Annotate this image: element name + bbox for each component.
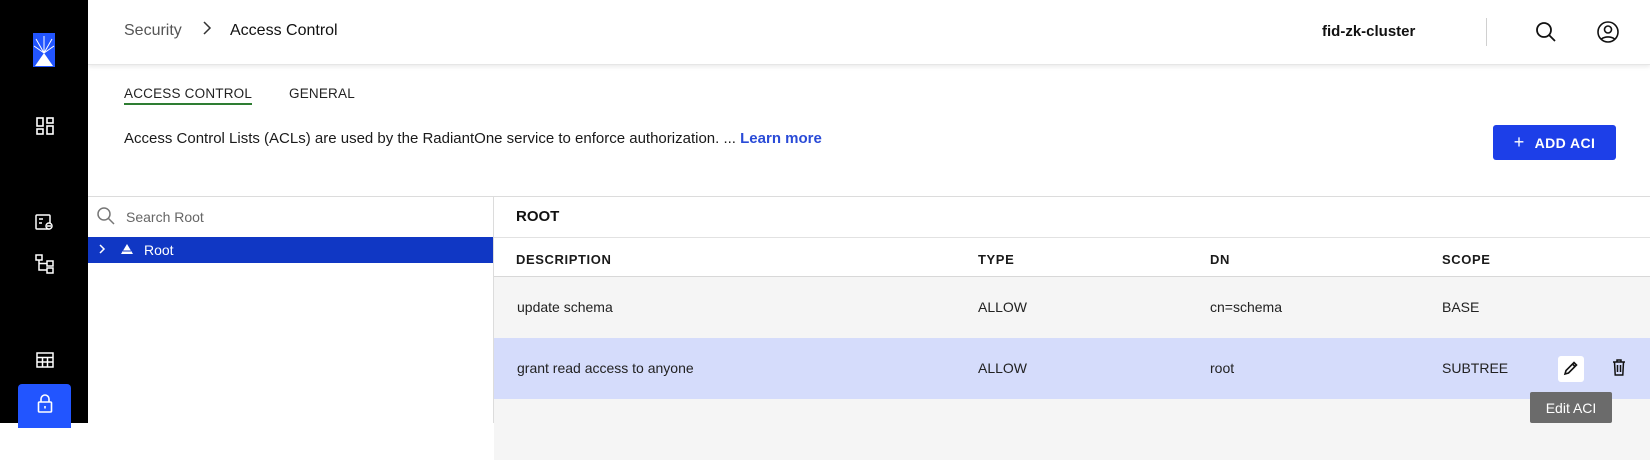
description-text: Access Control Lists (ACLs) are used by … <box>124 130 822 147</box>
table-row[interactable] <box>494 399 1650 460</box>
cell-description: update schema <box>517 299 613 315</box>
sidebar-item-directory[interactable] <box>18 205 71 245</box>
sidebar-item-table[interactable] <box>18 342 71 382</box>
table-row[interactable]: update schema ALLOW cn=schema BASE <box>494 277 1650 338</box>
tab-general[interactable]: GENERAL <box>289 86 355 101</box>
search-root-input[interactable] <box>124 205 428 229</box>
table-grid-icon <box>35 351 54 373</box>
cell-description: grant read access to anyone <box>517 360 694 376</box>
lock-icon <box>37 393 53 419</box>
tree-search <box>88 197 493 238</box>
radiantone-logo[interactable] <box>33 33 55 67</box>
search-icon[interactable] <box>1534 20 1558 44</box>
chevron-right-icon <box>202 19 212 42</box>
cluster-name[interactable]: fid-zk-cluster <box>1322 23 1415 40</box>
sidebar-item-dashboard[interactable] <box>18 108 71 148</box>
edit-aci-button[interactable] <box>1558 356 1584 382</box>
breadcrumb-security[interactable]: Security <box>124 22 182 40</box>
cell-type: ALLOW <box>978 299 1028 315</box>
edit-aci-tooltip: Edit ACI <box>1530 392 1612 423</box>
plus-icon: + <box>1513 132 1525 152</box>
trash-icon <box>1612 359 1626 379</box>
dashboard-icon <box>35 116 54 140</box>
directory-link-icon <box>34 213 55 237</box>
cell-scope: BASE <box>1442 299 1480 315</box>
user-circle-icon[interactable] <box>1596 20 1620 44</box>
root-node-icon <box>120 242 134 258</box>
edit-icon <box>1563 360 1579 379</box>
cell-scope: SUBTREE <box>1442 360 1509 376</box>
cell-dn: cn=schema <box>1210 299 1282 315</box>
sidebar-item-hierarchy[interactable] <box>18 246 71 286</box>
table-row[interactable]: grant read access to anyone ALLOW root S… <box>494 338 1650 399</box>
sidebar-item-security[interactable] <box>18 384 71 428</box>
hierarchy-icon <box>34 253 55 279</box>
table-header: DESCRIPTION TYPE DN SCOPE <box>494 237 1650 278</box>
add-aci-button[interactable]: + ADD ACI <box>1493 125 1616 160</box>
divider <box>1486 18 1487 46</box>
search-icon <box>96 206 116 231</box>
description-body: Access Control Lists (ACLs) are used by … <box>124 130 741 147</box>
column-description[interactable]: DESCRIPTION <box>516 252 611 267</box>
tree-node-root[interactable]: Root <box>88 237 493 263</box>
column-scope[interactable]: SCOPE <box>1442 252 1491 267</box>
chevron-right-icon[interactable] <box>98 243 110 257</box>
cell-dn: root <box>1210 360 1235 376</box>
delete-aci-button[interactable] <box>1606 356 1632 382</box>
aci-content: ROOT DESCRIPTION TYPE DN SCOPE update sc… <box>494 196 1650 460</box>
top-bar: Security Access Control fid-zk-cluster <box>88 0 1650 65</box>
cell-type: ALLOW <box>978 360 1028 376</box>
add-aci-label: ADD ACI <box>1534 134 1596 151</box>
tree-node-label: Root <box>144 242 174 258</box>
column-dn[interactable]: DN <box>1210 252 1230 267</box>
sidebar <box>0 0 88 428</box>
tab-access-control[interactable]: ACCESS CONTROL <box>124 86 253 105</box>
learn-more-link[interactable]: Learn more <box>740 130 822 147</box>
column-type[interactable]: TYPE <box>978 252 1014 267</box>
content-title: ROOT <box>516 208 560 225</box>
breadcrumb-access-control: Access Control <box>230 22 338 39</box>
tree-panel: Root <box>88 196 494 423</box>
